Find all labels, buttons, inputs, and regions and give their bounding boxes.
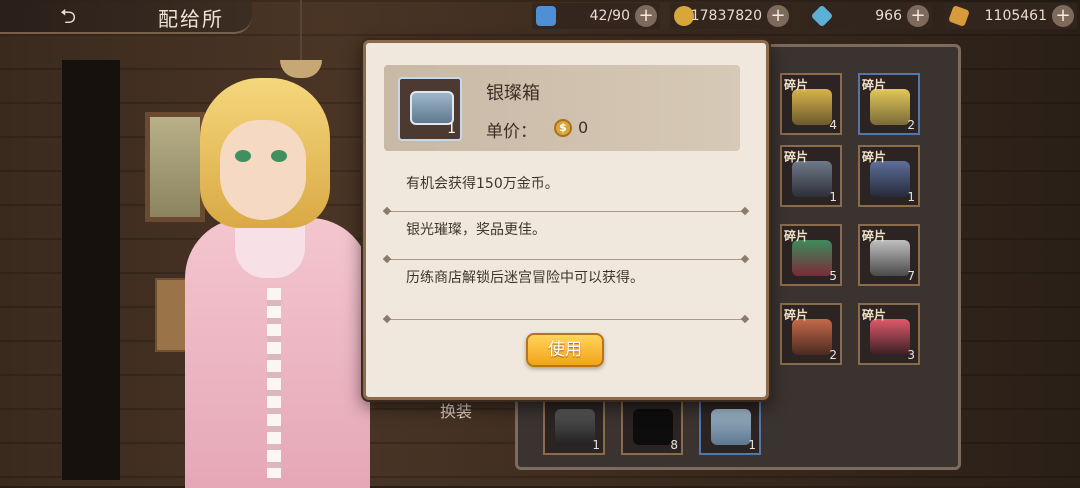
item-count: 7 [907,269,915,283]
fragment-tag: 碎片 [862,78,887,92]
price-value: 0 [578,118,589,137]
blue-crystal-icon [810,4,834,28]
divider [386,211,746,212]
silver-chest-icon [711,409,751,445]
description-line: 有机会获得150万金币。 [406,176,559,192]
item-count: 1 [592,438,600,452]
inventory-item[interactable]: 碎片 3 [858,303,920,365]
add-energy-button[interactable]: + [635,5,657,27]
resource-value: 42/90 [589,8,630,24]
inventory-item[interactable]: 1 [543,393,605,455]
description-line: 银光璀璨，奖品更佳。 [406,222,546,238]
energy-icon [536,6,556,26]
gold-coin-icon: $ [554,119,572,137]
fragment-tag: 碎片 [784,229,809,243]
silver-chest-icon: 1 [398,77,462,141]
use-button[interactable]: 使用 [526,333,604,367]
armor-fragment-icon [792,161,832,197]
fragment-tag: 碎片 [784,78,809,92]
item-count: 8 [670,438,678,452]
page-title: 配给所 [158,7,224,31]
fragment-tag: 碎片 [784,308,809,322]
inventory-item[interactable]: 8 [621,393,683,455]
fragment-tag: 碎片 [862,150,887,164]
item-count: 3 [907,348,915,362]
item-name: 银璨箱 [486,83,540,104]
inventory-item[interactable]: 碎片 4 [780,73,842,135]
resource-crystal: 966 + [808,3,932,29]
item-count: 2 [829,348,837,362]
back-button[interactable]: ⮌ 配给所 [0,0,252,34]
fragment-tag: 碎片 [862,308,887,322]
item-quantity: 1 [447,121,456,137]
fragment-tag: 碎片 [862,229,887,243]
armor-fragment-icon [870,161,910,197]
item-count: 2 [907,118,915,132]
inventory-item[interactable]: 碎片 2 [858,73,920,135]
inventory-item[interactable]: 碎片 1 [780,145,842,207]
add-gem-button[interactable]: + [1052,5,1074,27]
character-eye-right [271,150,287,162]
item-header: 1 银璨箱 单价： $ 0 [384,65,740,151]
weapon-fragment-icon [792,319,832,355]
amber-gem-icon [948,5,970,27]
dark-gem-icon [633,409,673,445]
chest-graphic [410,91,454,125]
item-count: 1 [829,190,837,204]
character-buttons [267,288,281,478]
inventory-item[interactable]: 碎片 7 [858,224,920,286]
inventory-item[interactable]: 碎片 2 [780,303,842,365]
armor-piece-icon [555,409,595,445]
helmet-fragment-icon [870,240,910,276]
item-count: 1 [748,438,756,452]
resource-value: 17837820 [690,8,762,24]
price-label: 单价： [486,122,537,142]
character-face [220,120,306,220]
resource-value: 966 [875,8,902,24]
item-detail-dialog: 1 银璨箱 单价： $ 0 有机会获得150万金币。 银光璀璨，奖品更佳。 历练… [363,40,769,400]
character-portrait [175,78,380,488]
inventory-item[interactable]: 1 [699,393,761,455]
resource-value: 1105461 [984,8,1047,24]
item-count: 5 [829,269,837,283]
doorway [62,60,120,480]
item-count: 1 [907,190,915,204]
resource-energy: 42/90 + [532,3,660,29]
divider [386,259,746,260]
top-bar: ⮌ 配给所 42/90 + 17837820 + 966 + 1105461 + [0,0,1080,34]
costume-fragment-icon [792,240,832,276]
change-outfit-label[interactable]: 换装 [440,398,472,422]
description-line: 历练商店解锁后迷宫冒险中可以获得。 [406,270,644,286]
cake-fragment-icon [870,319,910,355]
stained-glass-fragment-icon [792,89,832,125]
item-count: 4 [829,118,837,132]
divider [386,319,746,320]
resource-gem: 1105461 + [945,3,1077,29]
character-eye-left [235,150,251,162]
stained-glass-fragment-icon [870,89,910,125]
inventory-item[interactable]: 碎片 5 [780,224,842,286]
add-gold-button[interactable]: + [767,5,789,27]
hanging-lamp [280,60,322,78]
back-arrow-icon: ⮌ [60,4,77,28]
fragment-tag: 碎片 [784,150,809,164]
resource-gold: 17837820 + [670,3,792,29]
inventory-item[interactable]: 碎片 1 [858,145,920,207]
add-crystal-button[interactable]: + [907,5,929,27]
